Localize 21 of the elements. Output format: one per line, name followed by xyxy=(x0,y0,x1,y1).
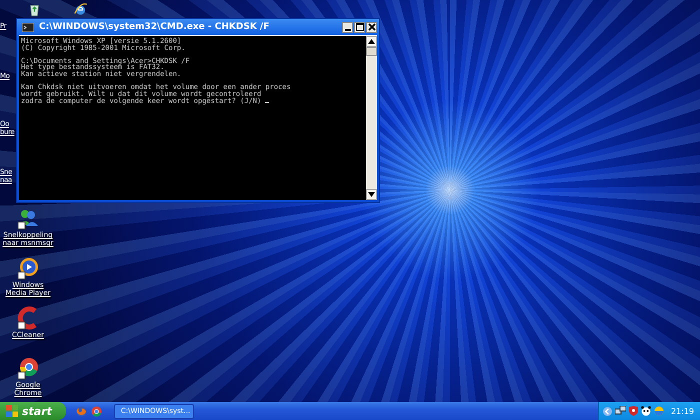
maximize-button[interactable] xyxy=(354,22,365,32)
network-computers-icon[interactable] xyxy=(614,406,626,416)
console-icon xyxy=(22,22,34,32)
panda-icon[interactable] xyxy=(640,406,651,416)
minimize-button[interactable] xyxy=(342,22,353,32)
window-title: C:\WINDOWS\system32\CMD.exe - CHKDSK /F xyxy=(39,22,270,32)
windows-flag-icon xyxy=(6,405,18,417)
close-button[interactable] xyxy=(366,22,377,32)
clock: 21:19 xyxy=(670,406,694,416)
scrollbar-thumb[interactable] xyxy=(366,47,377,56)
shield-icon[interactable] xyxy=(628,406,638,416)
media-player-icon[interactable] xyxy=(15,255,41,281)
scrollbar[interactable] xyxy=(366,36,377,200)
maximize-icon xyxy=(356,23,364,31)
start-button[interactable]: start xyxy=(0,402,66,420)
up-arrow-icon xyxy=(368,39,375,44)
close-icon xyxy=(368,23,376,31)
down-arrow-icon xyxy=(368,192,375,197)
chrome-icon[interactable] xyxy=(15,355,41,381)
browser-e-icon[interactable] xyxy=(72,2,88,17)
chevron-left-icon[interactable] xyxy=(602,406,612,416)
